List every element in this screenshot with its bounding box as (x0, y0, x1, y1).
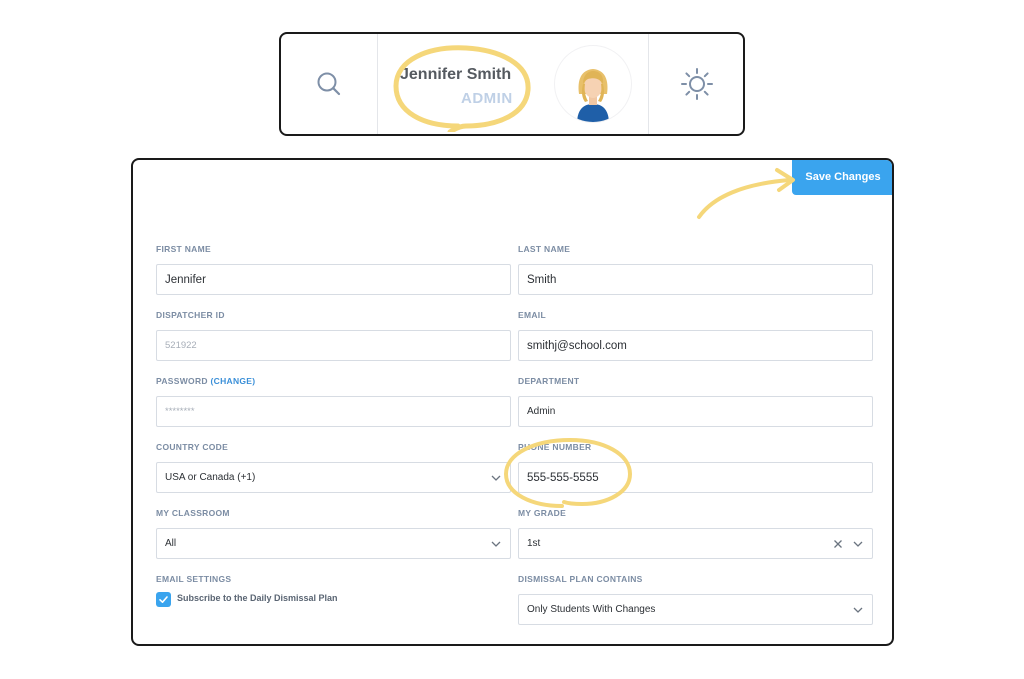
dispatcher-id-input: 521922 (156, 330, 511, 361)
my-grade-select[interactable]: 1st (518, 528, 873, 559)
dismissal-plan-label: DISMISSAL PLAN CONTAINS (518, 574, 643, 584)
dismissal-plan-select[interactable]: Only Students With Changes (518, 594, 873, 625)
phone-number-label: PHONE NUMBER (518, 442, 592, 452)
avatar-image (577, 69, 609, 122)
password-label: PASSWORD (CHANGE) (156, 376, 511, 390)
password-label-text: PASSWORD (156, 376, 208, 386)
my-grade-value: 1st (527, 538, 541, 549)
save-changes-button[interactable]: Save Changes (792, 160, 892, 195)
first-name-label: FIRST NAME (156, 244, 211, 254)
department-field: DEPARTMENT Admin (518, 376, 873, 427)
email-input[interactable]: smithj@school.com (518, 330, 873, 361)
arrow-annotation (697, 168, 795, 219)
first-name-input[interactable]: Jennifer (156, 264, 511, 295)
my-classroom-label: MY CLASSROOM (156, 508, 230, 518)
subscribe-checkbox-label: Subscribe to the Daily Dismissal Plan (177, 593, 338, 603)
my-grade-field: MY GRADE 1st (518, 508, 873, 559)
password-field: PASSWORD (CHANGE) ******** (156, 376, 511, 427)
my-classroom-value: All (165, 538, 177, 549)
check-icon (159, 596, 168, 603)
my-classroom-select[interactable]: All (156, 528, 511, 559)
department-label: DEPARTMENT (518, 376, 580, 386)
dispatcher-id-field: DISPATCHER ID 521922 (156, 310, 511, 361)
country-code-value: USA or Canada (+1) (165, 472, 256, 483)
email-settings-field: EMAIL SETTINGS (156, 574, 511, 588)
sun-settings-icon (681, 68, 713, 100)
department-input[interactable]: Admin (518, 396, 873, 427)
user-role: ADMIN (461, 90, 513, 107)
profile-form: Save Changes FIRST NAME Jennifer LAST NA… (131, 158, 894, 646)
dismissal-plan-field: DISMISSAL PLAN CONTAINS Only Students Wi… (518, 574, 873, 625)
chevron-down-icon (853, 541, 863, 547)
chevron-down-icon (491, 541, 501, 547)
my-grade-label: MY GRADE (518, 508, 567, 518)
subscribe-checkbox-row[interactable]: Subscribe to the Daily Dismissal Plan (156, 592, 338, 607)
first-name-field: FIRST NAME Jennifer (156, 244, 511, 295)
last-name-field: LAST NAME Smith (518, 244, 873, 295)
change-password-link[interactable]: (CHANGE) (211, 376, 256, 386)
dismissal-plan-value: Only Students With Changes (527, 604, 656, 615)
user-header-card: Jennifer Smith ADMIN (279, 32, 745, 136)
avatar[interactable] (555, 46, 631, 122)
last-name-input[interactable]: Smith (518, 264, 873, 295)
user-name: Jennifer Smith (400, 66, 512, 83)
country-code-field: COUNTRY CODE USA or Canada (+1) (156, 442, 511, 493)
phone-number-field: PHONE NUMBER 555-555-5555 (518, 442, 873, 493)
settings-button[interactable] (648, 34, 743, 134)
email-field: EMAIL smithj@school.com (518, 310, 873, 361)
last-name-label: LAST NAME (518, 244, 571, 254)
phone-number-input[interactable]: 555-555-5555 (518, 462, 873, 493)
country-code-select[interactable]: USA or Canada (+1) (156, 462, 511, 493)
search-icon (317, 72, 341, 96)
user-profile[interactable]: Jennifer Smith ADMIN (378, 34, 648, 134)
email-settings-label: EMAIL SETTINGS (156, 574, 232, 584)
chevron-down-icon (491, 475, 501, 481)
email-label: EMAIL (518, 310, 546, 320)
password-input[interactable]: ******** (156, 396, 511, 427)
my-classroom-field: MY CLASSROOM All (156, 508, 511, 559)
subscribe-checkbox[interactable] (156, 592, 171, 607)
country-code-label: COUNTRY CODE (156, 442, 229, 452)
search-button[interactable] (281, 34, 378, 134)
chevron-down-icon (853, 607, 863, 613)
clear-icon[interactable] (832, 538, 844, 550)
dispatcher-id-label: DISPATCHER ID (156, 310, 225, 320)
